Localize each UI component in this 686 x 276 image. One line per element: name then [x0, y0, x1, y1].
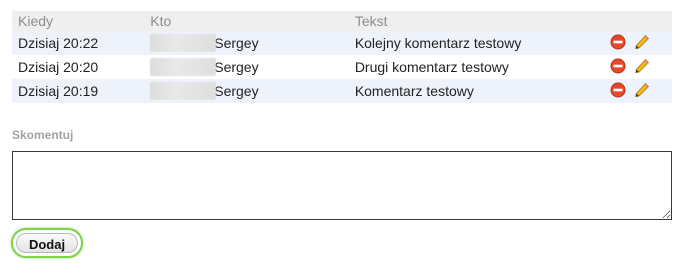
column-header-when: Kiedy	[12, 11, 145, 31]
edit-pencil-icon[interactable]	[634, 34, 650, 53]
comment-date: Dzisiaj 20:20	[12, 55, 145, 79]
comment-textarea[interactable]	[12, 151, 672, 220]
table-header-row: Kiedy Kto Tekst	[12, 11, 672, 31]
add-comment-button-label: Dodaj	[16, 233, 78, 253]
comment-author-name: Sergey	[214, 59, 259, 75]
comment-date: Dzisiaj 20:19	[12, 79, 145, 103]
column-header-text: Tekst	[348, 11, 601, 31]
comments-panel: Kiedy Kto Tekst Dzisiaj 20:22 Sergey Kol…	[0, 0, 686, 276]
add-comment-button[interactable]: Dodaj	[11, 228, 83, 258]
column-header-who: Kto	[144, 11, 349, 31]
comment-date: Dzisiaj 20:22	[12, 31, 145, 55]
comment-text: Kolejny komentarz testowy	[348, 31, 601, 55]
redacted-name-blur	[150, 82, 217, 100]
comment-author: Sergey	[144, 31, 349, 55]
comment-author: Sergey	[144, 55, 349, 79]
redacted-name-blur	[150, 34, 217, 52]
edit-pencil-icon[interactable]	[634, 82, 650, 101]
delete-icon[interactable]	[610, 82, 626, 101]
column-header-actions	[600, 11, 672, 31]
comment-text: Komentarz testowy	[348, 79, 601, 103]
table-row: Dzisiaj 20:22 Sergey Kolejny komentarz t…	[12, 31, 672, 55]
comment-text: Drugi komentarz testowy	[348, 55, 601, 79]
comment-form-label: Skomentuj	[12, 128, 74, 142]
delete-icon[interactable]	[610, 34, 626, 53]
delete-icon[interactable]	[610, 58, 626, 77]
row-actions	[600, 31, 672, 55]
table-row: Dzisiaj 20:20 Sergey Drugi komentarz tes…	[12, 55, 672, 79]
table-row: Dzisiaj 20:19 Sergey Komentarz testowy	[12, 79, 672, 103]
comment-author: Sergey	[144, 79, 349, 103]
row-actions	[600, 79, 672, 103]
edit-pencil-icon[interactable]	[634, 58, 650, 77]
redacted-name-blur	[150, 58, 217, 76]
comment-author-name: Sergey	[214, 83, 259, 99]
comments-table: Kiedy Kto Tekst Dzisiaj 20:22 Sergey Kol…	[12, 11, 672, 103]
comment-author-name: Sergey	[214, 35, 259, 51]
row-actions	[600, 55, 672, 79]
